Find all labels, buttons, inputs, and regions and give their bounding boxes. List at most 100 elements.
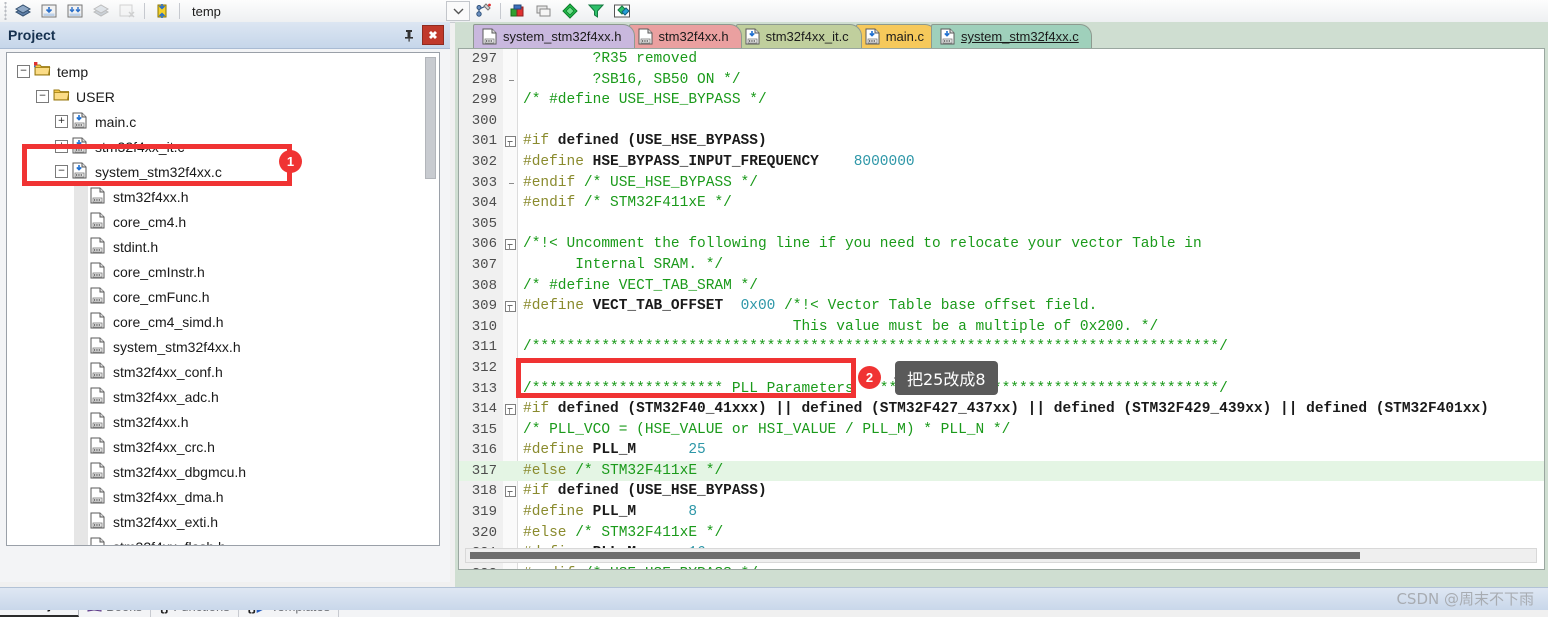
target-options-icon[interactable] xyxy=(149,1,175,21)
project-tree-scrollbar-thumb[interactable] xyxy=(425,57,436,179)
line-number: 308 xyxy=(471,277,497,294)
code-line[interactable]: 318−#if defined (USE_HSE_BYPASS) xyxy=(459,481,1544,502)
tree-item-core-cm4-simd-h[interactable]: core_cm4_simd.h xyxy=(7,309,439,334)
tree-item-stm32f4xx-conf-h[interactable]: stm32f4xx_conf.h xyxy=(7,359,439,384)
fold-marker[interactable]: − xyxy=(503,300,517,312)
target-selector[interactable]: temp xyxy=(188,2,446,20)
close-icon[interactable]: ✖ xyxy=(422,25,444,45)
editor-tab-main-c[interactable]: main.c xyxy=(855,24,937,48)
editor-tab-label: stm32f4xx.h xyxy=(658,29,729,44)
fold-collapse-icon[interactable]: − xyxy=(504,403,516,415)
editor-tab-stm32f4xx-h[interactable]: stm32f4xx.h xyxy=(628,24,742,48)
h-file-icon xyxy=(90,487,107,506)
fold-marker[interactable]: − xyxy=(503,239,517,251)
tree-item-main-c[interactable]: + main.c xyxy=(7,109,439,134)
tree-expander-collapse-icon[interactable]: − xyxy=(36,90,49,103)
code-line[interactable]: 297 ?R35 removed xyxy=(459,49,1544,70)
toolbar-grip[interactable] xyxy=(2,2,10,20)
h-file-icon xyxy=(90,237,107,256)
h-file-icon xyxy=(90,462,107,481)
compile-icon[interactable] xyxy=(36,1,62,21)
code-line[interactable]: 301−#if defined (USE_HSE_BYPASS) xyxy=(459,131,1544,152)
code-line[interactable]: 298 ?SB16, SB50 ON */ xyxy=(459,70,1544,91)
filter-icon[interactable] xyxy=(583,1,609,21)
editor-tab-stm32f4xx-it-c[interactable]: stm32f4xx_it.c xyxy=(735,24,862,48)
code-line[interactable]: 303 #endif /* USE_HSE_BYPASS */ xyxy=(459,173,1544,194)
tree-item-stm32f4xx-crc-h[interactable]: stm32f4xx_crc.h xyxy=(7,434,439,459)
code-line[interactable]: 322 #endif /* USE_HSE_BYPASS */ xyxy=(459,564,1544,569)
code-line[interactable]: 319 #define PLL_M 8 xyxy=(459,502,1544,523)
code-line[interactable]: 309−#define VECT_TAB_OFFSET 0x00 /*!< Ve… xyxy=(459,296,1544,317)
code-line-text: #define PLL_M 8 xyxy=(517,502,697,523)
tree-item-core-cm4-h[interactable]: core_cm4.h xyxy=(7,209,439,234)
multi-project-icon[interactable] xyxy=(531,1,557,21)
code-token-pre: #define xyxy=(523,442,584,459)
code-line[interactable]: 300 xyxy=(459,111,1544,132)
code-line[interactable]: 307 Internal SRAM. */ xyxy=(459,255,1544,276)
editor-tab-system-stm32f4xx-h[interactable]: system_stm32f4xx.h xyxy=(473,24,635,48)
code-line[interactable]: 314−#if defined (STM32F40_41xxx) || defi… xyxy=(459,399,1544,420)
fold-marker[interactable]: − xyxy=(503,486,517,498)
fold-collapse-icon[interactable]: − xyxy=(504,239,516,251)
code-line[interactable]: 304 #endif /* STM32F411xE */ xyxy=(459,193,1544,214)
line-number: 298 xyxy=(471,71,497,88)
tree-item-stm32f4xx-h[interactable]: stm32f4xx.h xyxy=(7,409,439,434)
code-line[interactable]: 308 /* #define VECT_TAB_SRAM */ xyxy=(459,276,1544,297)
configure-icon[interactable] xyxy=(557,1,583,21)
pack-installer-icon[interactable] xyxy=(609,1,635,21)
code-line[interactable]: 320 #else /* STM32F411xE */ xyxy=(459,523,1544,544)
tree-item-label: USER xyxy=(76,88,115,105)
code-line[interactable]: 310 This value must be a multiple of 0x2… xyxy=(459,317,1544,338)
fold-collapse-icon[interactable]: − xyxy=(504,486,516,498)
code-line[interactable]: 316 #define PLL_M 25 xyxy=(459,440,1544,461)
chevron-down-icon[interactable] xyxy=(446,1,470,21)
toolbar-separator xyxy=(144,3,145,19)
tree-item-stm32f4xx-dma-h[interactable]: stm32f4xx_dma.h xyxy=(7,484,439,509)
code-line[interactable]: 311 /************************************… xyxy=(459,337,1544,358)
annotation-badge-1: 1 xyxy=(279,150,302,173)
fold-collapse-icon[interactable]: − xyxy=(504,300,516,312)
horizontal-scrollbar[interactable] xyxy=(465,548,1537,563)
code-token-id: HSE_BYPASS_INPUT_FREQUENCY xyxy=(583,153,819,170)
pin-icon[interactable] xyxy=(400,26,418,44)
code-line[interactable]: 299 /* #define USE_HSE_BYPASS */ xyxy=(459,90,1544,111)
tree-item-stm32f4xx-dbgmcu-h[interactable]: stm32f4xx_dbgmcu.h xyxy=(7,459,439,484)
editor-tabs: system_stm32f4xx.h stm32f4xx.h stm32f4xx_i… xyxy=(455,22,1548,48)
code-line[interactable]: 317 #else /* STM32F411xE */ xyxy=(459,460,1544,482)
code-line-text: #define HSE_BYPASS_INPUT_FREQUENCY 80000… xyxy=(517,152,915,173)
configure-target-icon[interactable] xyxy=(470,1,496,21)
h-file-icon xyxy=(90,312,107,331)
tree-expander-expand-icon[interactable]: + xyxy=(55,115,68,128)
code-line[interactable]: 306−/*!< Uncomment the following line if… xyxy=(459,234,1544,255)
horizontal-scrollbar-thumb[interactable] xyxy=(470,552,1360,559)
tree-item-system-stm32f4xx-h[interactable]: system_stm32f4xx.h xyxy=(7,334,439,359)
tree-item-stdint-h[interactable]: stdint.h xyxy=(7,234,439,259)
code-line[interactable]: 305 xyxy=(459,214,1544,235)
fold-marker[interactable]: − xyxy=(503,403,517,415)
code-viewport[interactable]: 297 ?R35 removed 298 ?SB16, SB50 ON */299… xyxy=(458,48,1545,570)
code-line[interactable]: 302 #define HSE_BYPASS_INPUT_FREQUENCY 80… xyxy=(459,152,1544,173)
project-tree[interactable]: − temp − USER + main.c + stm32f4xx_it.c − system_… xyxy=(6,52,440,546)
manage-project-items-icon[interactable] xyxy=(505,1,531,21)
source-code[interactable]: 297 ?R35 removed 298 ?SB16, SB50 ON */299… xyxy=(459,49,1544,569)
rebuild-icon[interactable] xyxy=(62,1,88,21)
tree-item-USER[interactable]: − USER xyxy=(7,84,439,109)
tree-item-stm32f4xx-flash-h[interactable]: stm32f4xx_flash.h xyxy=(7,534,439,545)
tree-item-stm32f4xx-adc-h[interactable]: stm32f4xx_adc.h xyxy=(7,384,439,409)
code-line[interactable]: 315 /* PLL_VCO = (HSE_VALUE or HSI_VALUE … xyxy=(459,420,1544,441)
fold-collapse-icon[interactable]: − xyxy=(504,136,516,148)
build-icon[interactable] xyxy=(10,1,36,21)
tree-item-stm32f4xx-h[interactable]: stm32f4xx.h xyxy=(7,184,439,209)
editor-tab-system-stm32f4xx-c[interactable]: system_stm32f4xx.c xyxy=(930,24,1092,48)
tree-expander-collapse-icon[interactable]: − xyxy=(17,65,30,78)
tree-item-stm32f4xx-exti-h[interactable]: stm32f4xx_exti.h xyxy=(7,509,439,534)
tree-item-temp[interactable]: − temp xyxy=(7,59,439,84)
tree-connector xyxy=(74,184,88,209)
tree-item-core-cmInstr-h[interactable]: core_cmInstr.h xyxy=(7,259,439,284)
fold-marker[interactable]: − xyxy=(503,136,517,148)
tree-item-core-cmFunc-h[interactable]: core_cmFunc.h xyxy=(7,284,439,309)
code-token-cmt: /* #define VECT_TAB_SRAM */ xyxy=(523,277,758,294)
